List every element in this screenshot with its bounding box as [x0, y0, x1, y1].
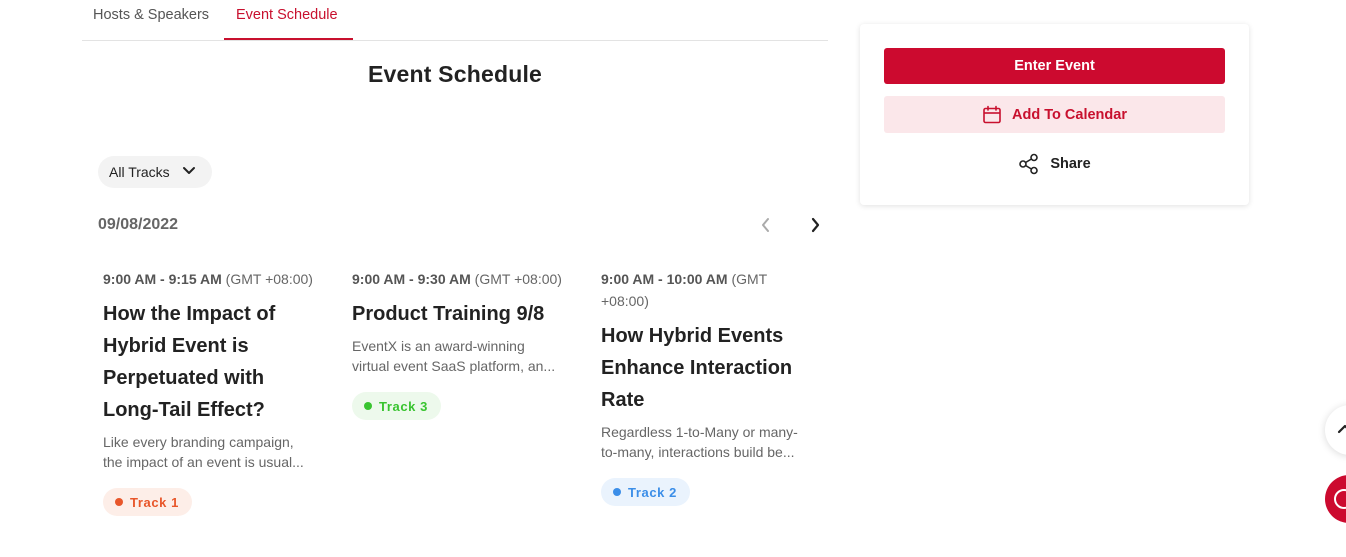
session-description: Regardless 1-to-Many or many-to-many, in…	[601, 424, 798, 460]
track-filter-label: All Tracks	[109, 164, 170, 180]
arrow-up-icon	[1337, 424, 1346, 434]
session-time: 9:00 AM - 9:15 AM (GMT +08:00)	[103, 271, 313, 287]
session-card[interactable]: 9:00 AM - 10:00 AM (GMT +08:00) How Hybr…	[601, 268, 816, 506]
session-title[interactable]: How Hybrid Events Enhance Interaction Ra…	[601, 320, 816, 416]
calendar-icon	[983, 105, 1001, 123]
chevron-down-icon	[183, 167, 195, 174]
session-time: 9:00 AM - 10:00 AM (GMT +08:00)	[601, 271, 767, 309]
session-description: Like every branding campaign, the impact…	[103, 434, 304, 470]
add-to-calendar-label: Add To Calendar	[1012, 106, 1127, 123]
session-card[interactable]: 9:00 AM - 9:30 AM (GMT +08:00) Product T…	[352, 268, 567, 420]
share-button[interactable]: Share	[860, 152, 1249, 176]
chevron-left-icon	[762, 218, 769, 232]
track-badge: Track 1	[103, 488, 193, 516]
add-to-calendar-button[interactable]: Add To Calendar	[884, 96, 1225, 133]
share-icon	[1019, 153, 1039, 175]
scroll-to-top-button[interactable]	[1325, 405, 1346, 455]
active-tab-indicator	[224, 38, 353, 40]
prev-page-button[interactable]	[757, 215, 775, 235]
next-page-button[interactable]	[807, 215, 825, 235]
track-filter-dropdown[interactable]: All Tracks	[98, 156, 212, 188]
track-dot-icon	[115, 498, 123, 506]
help-icon	[1334, 489, 1346, 509]
page-title: Event Schedule	[367, 61, 543, 87]
tab-event-schedule[interactable]: Event Schedule	[236, 7, 338, 23]
enter-event-button[interactable]: Enter Event	[884, 48, 1225, 84]
event-action-panel: Enter Event Add To Calendar Share	[860, 24, 1249, 205]
track-dot-icon	[364, 402, 372, 410]
track-badge: Track 3	[352, 392, 442, 420]
session-title[interactable]: How the Impact of Hybrid Event is Perpet…	[103, 298, 318, 426]
track-badge: Track 2	[601, 478, 691, 506]
track-dot-icon	[613, 488, 621, 496]
tab-hosts-speakers[interactable]: Hosts & Speakers	[93, 7, 209, 23]
share-label: Share	[1050, 156, 1091, 172]
session-title[interactable]: Product Training 9/8	[352, 298, 567, 330]
schedule-date: 09/08/2022	[98, 216, 179, 233]
chevron-right-icon	[811, 217, 820, 233]
session-card[interactable]: 9:00 AM - 9:15 AM (GMT +08:00) How the I…	[103, 268, 318, 516]
session-description: EventX is an award-winning virtual event…	[352, 338, 556, 374]
session-time: 9:00 AM - 9:30 AM (GMT +08:00)	[352, 271, 562, 287]
tab-bar: Hosts & Speakers Event Schedule	[82, 0, 828, 41]
help-chat-button[interactable]	[1325, 475, 1346, 523]
